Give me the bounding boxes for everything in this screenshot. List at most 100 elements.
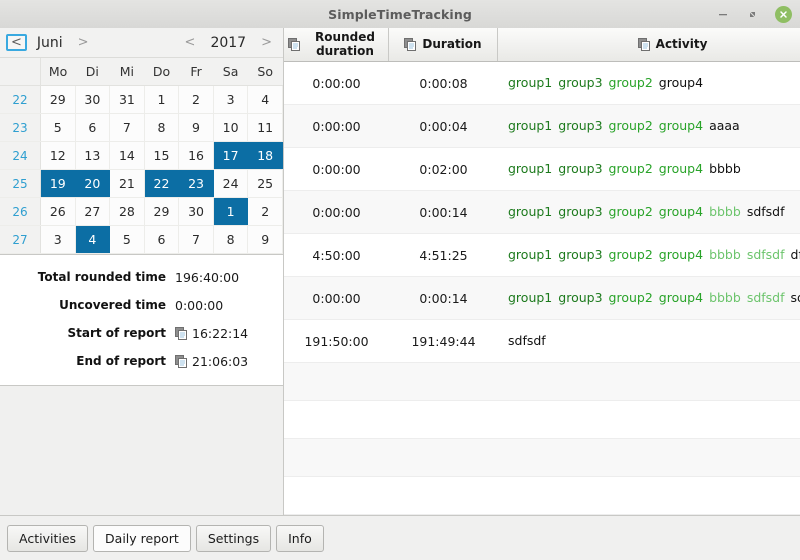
calendar-day[interactable]: 8 (144, 113, 180, 142)
calendar-weeks: 22 29 30 31 1 2 3 4 23 5 6 7 8 9 10 11 2… (0, 85, 283, 254)
calendar-day-selected[interactable]: 18 (247, 141, 283, 170)
activity-segment: group3 (558, 160, 603, 176)
table-row-empty[interactable] (284, 477, 800, 515)
calendar-day[interactable]: 6 (144, 225, 180, 254)
calendar-day[interactable]: 29 (144, 197, 180, 226)
week-number[interactable]: 24 (0, 141, 41, 170)
previous-month-button[interactable]: < (6, 34, 27, 51)
tab-info[interactable]: Info (276, 524, 324, 552)
calendar-day[interactable]: 3 (40, 225, 76, 254)
column-header-label: Rounded duration (315, 29, 375, 58)
calendar-day[interactable]: 3 (213, 85, 249, 114)
calendar-day[interactable]: 24 (213, 169, 249, 198)
next-month-button[interactable]: > (73, 35, 94, 50)
calendar-day[interactable]: 26 (40, 197, 76, 226)
table-row-empty[interactable] (284, 401, 800, 439)
next-year-button[interactable]: > (256, 35, 277, 50)
calendar-week-row: 23 5 6 7 8 9 10 11 (0, 113, 283, 142)
calendar-day[interactable]: 4 (247, 85, 283, 114)
calendar-day-selected[interactable]: 4 (75, 225, 111, 254)
calendar-day-selected[interactable]: 23 (178, 169, 214, 198)
activity-segment: group4 (658, 246, 704, 262)
column-header-duration[interactable]: Duration (389, 28, 498, 61)
calendar-day[interactable]: 31 (109, 85, 145, 114)
calendar-day-selected[interactable]: 17 (213, 141, 249, 170)
calendar-day[interactable]: 15 (144, 141, 180, 170)
activity-segment: bbbb (709, 246, 741, 262)
calendar-day[interactable]: 8 (213, 225, 249, 254)
cell-duration: 0:00:14 (419, 290, 468, 306)
calendar-day[interactable]: 5 (40, 113, 76, 142)
close-button[interactable] (775, 5, 792, 23)
calendar-day-selected[interactable]: 19 (40, 169, 76, 198)
week-number[interactable]: 25 (0, 169, 41, 198)
calendar-day[interactable]: 6 (75, 113, 111, 142)
report-table-panel: Rounded duration Duration Activity 0:00:… (283, 28, 800, 516)
table-row[interactable]: 0:00:00 0:00:08 group1 group3 group2 group4 (284, 62, 800, 105)
left-panel: < Juni > < 2017 > Mo Di Mi Do Fr Sa So 2… (0, 28, 283, 516)
activity-segment: group3 (558, 289, 603, 305)
calendar-day[interactable]: 30 (75, 85, 111, 114)
table-row[interactable]: 0:00:00 0:00:14 group1 group3 group2 group4… (284, 277, 800, 320)
calendar-day[interactable]: 2 (247, 197, 283, 226)
weekday-header-do: Do (144, 58, 179, 86)
calendar-day[interactable]: 10 (213, 113, 249, 142)
calendar-day[interactable]: 1 (144, 85, 180, 114)
activity-segment: group1 (508, 246, 553, 262)
cell-rounded-duration: 0:00:00 (312, 75, 361, 91)
tab-daily-report[interactable]: Daily report (93, 524, 191, 552)
column-header-activity[interactable]: Activity (498, 28, 800, 61)
table-row[interactable]: 0:00:00 0:00:04 group1 group3 group2 group4… (284, 105, 800, 148)
calendar-day[interactable]: 7 (109, 113, 145, 142)
activity-segment: group2 (608, 203, 653, 219)
calendar-day-selected[interactable]: 1 (213, 197, 249, 226)
calendar-day[interactable]: 13 (75, 141, 111, 170)
copy-icon[interactable] (175, 326, 188, 340)
calendar-day[interactable]: 30 (178, 197, 214, 226)
tab-settings[interactable]: Settings (195, 524, 272, 552)
minimize-button[interactable] (715, 6, 731, 22)
calendar-day[interactable]: 16 (178, 141, 214, 170)
table-row[interactable]: 0:00:00 0:00:14 group1 group3 group2 group4… (284, 191, 800, 234)
main-content-area: < Juni > < 2017 > Mo Di Mi Do Fr Sa So 2… (0, 28, 800, 516)
table-row[interactable]: 0:00:00 0:02:00 group1 group3 group2 group4… (284, 148, 800, 191)
calendar-day-selected[interactable]: 22 (144, 169, 180, 198)
calendar-day[interactable]: 9 (247, 225, 283, 254)
week-number[interactable]: 26 (0, 197, 41, 226)
calendar-day[interactable]: 25 (247, 169, 283, 198)
activity-segment: group3 (558, 246, 603, 262)
calendar-week-row: 25 19 20 21 22 23 24 25 (0, 169, 283, 198)
copy-icon[interactable] (288, 38, 301, 51)
column-header-rounded-duration[interactable]: Rounded duration (284, 28, 389, 61)
week-number[interactable]: 27 (0, 225, 41, 254)
table-row[interactable]: 4:50:00 4:51:25 group1 group3 group2 group4… (284, 234, 800, 277)
calendar-day[interactable]: 2 (178, 85, 214, 114)
table-row-empty[interactable] (284, 439, 800, 477)
week-number[interactable]: 23 (0, 113, 41, 142)
calendar-day[interactable]: 27 (75, 197, 111, 226)
copy-icon[interactable] (175, 354, 188, 368)
calendar-day[interactable]: 21 (109, 169, 145, 198)
activity-segment: group4 (658, 74, 704, 90)
calendar-day[interactable]: 12 (40, 141, 76, 170)
calendar-day[interactable]: 11 (247, 113, 283, 142)
cell-activity: group1 group3 group2 group4 bbbb sdfsdf (498, 191, 800, 233)
calendar-day[interactable]: 28 (109, 197, 145, 226)
calendar-day[interactable]: 7 (178, 225, 214, 254)
activity-segment: group1 (508, 160, 553, 176)
copy-icon[interactable] (637, 38, 651, 51)
calendar-day[interactable]: 14 (109, 141, 145, 170)
week-number[interactable]: 22 (0, 85, 41, 114)
activity-segment: sdfsdf (508, 332, 546, 348)
table-row-empty[interactable] (284, 363, 800, 401)
column-header-label: Activity (655, 36, 708, 51)
calendar-day[interactable]: 9 (178, 113, 214, 142)
calendar-day[interactable]: 29 (40, 85, 76, 114)
calendar-day[interactable]: 5 (109, 225, 145, 254)
tab-activities[interactable]: Activities (7, 524, 89, 552)
previous-year-button[interactable]: < (180, 35, 201, 50)
copy-icon[interactable] (404, 38, 417, 51)
table-row[interactable]: 191:50:00 191:49:44 sdfsdf (284, 320, 800, 363)
calendar-day-selected[interactable]: 20 (75, 169, 111, 198)
maximize-restore-button[interactable] (745, 6, 761, 22)
